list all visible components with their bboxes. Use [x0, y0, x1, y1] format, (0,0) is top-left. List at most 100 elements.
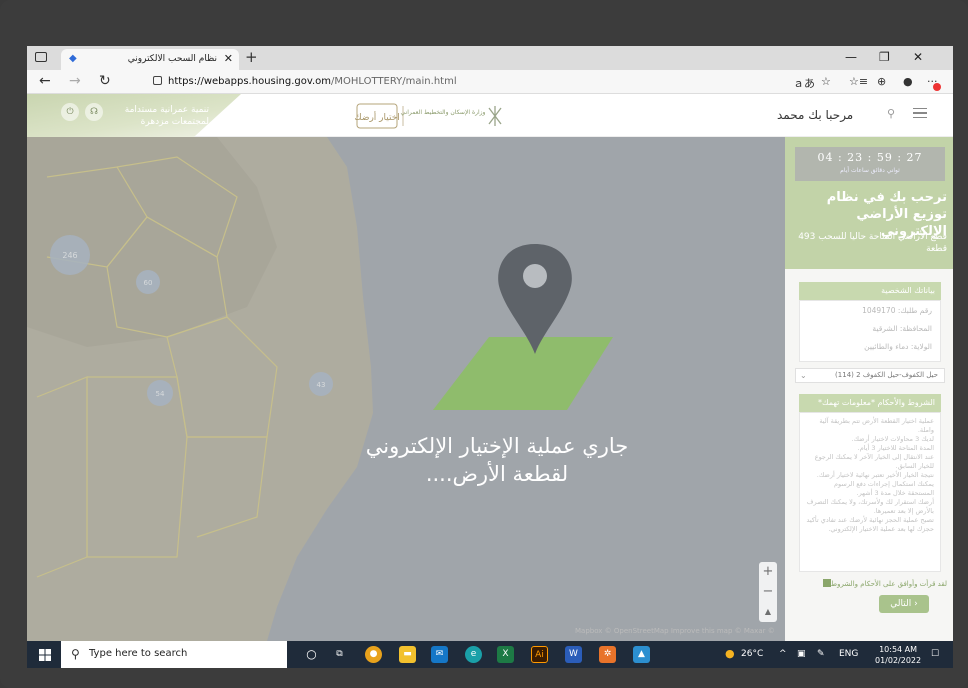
map-area[interactable]: 246 60 54 43 جاري عملية الإختيار الإلكتر… [27, 137, 785, 641]
governorate-text: المحافظة: الشرقية [872, 324, 932, 333]
panel-header: 04 : 23 : 59 : 27 ثواني دقائق ساعات أيام… [785, 137, 953, 269]
slogan-line-1: تنمية عمرانية مستدامة [124, 105, 209, 115]
zoom-in-button[interactable]: + [759, 562, 777, 582]
screen: ◆ نظام السحب الالكتروني ✕ + — ❐ ✕ ← → ↻ … [27, 46, 953, 668]
personal-info-card: رقم طلبك: 1049170 المحافظة: الشرقية الول… [799, 300, 941, 362]
area-select[interactable]: ⌄ حيل الكفوف-حيل الكفوف 2 (114) [795, 368, 945, 383]
tray-app-icon[interactable]: ▣ [797, 649, 806, 659]
slogan: تنمية عمرانية مستدامة لمجتمعات مزدهرة [123, 104, 209, 128]
side-panel: 04 : 23 : 59 : 27 ثواني دقائق ساعات أيام… [785, 137, 953, 641]
favorite-star-icon[interactable]: ☆ [821, 75, 831, 88]
countdown-timer: 04 : 23 : 59 : 27 ثواني دقائق ساعات أيام [795, 147, 945, 181]
tab-title: نظام السحب الالكتروني [127, 54, 217, 64]
device-frame: ◆ نظام السحب الالكتروني ✕ + — ❐ ✕ ← → ↻ … [0, 0, 968, 688]
tab-close-icon[interactable]: ✕ [224, 52, 233, 65]
excel-icon[interactable]: X [497, 646, 514, 663]
chrome-icon[interactable]: ● [365, 646, 382, 663]
notification-badge [933, 83, 941, 91]
map-attribution[interactable]: Mapbox © OpenStreetMap Improve this map … [575, 627, 775, 635]
clock-date: 01/02/2022 [875, 656, 922, 665]
new-tab-button[interactable]: + [245, 48, 258, 66]
forward-button[interactable]: → [69, 73, 81, 89]
term-item: تصبح عملية الحجز نهائية لأرضك عند تفادي … [806, 516, 934, 533]
restore-button[interactable]: ❐ [879, 50, 890, 64]
land-pin-graphic [433, 244, 613, 410]
logo-text: اختيار أرضك [355, 111, 400, 123]
hamburger-menu-icon[interactable] [913, 108, 927, 118]
lock-icon [153, 76, 162, 85]
tab-actions-icon[interactable] [35, 52, 47, 62]
profile-icon[interactable]: ● [903, 75, 913, 88]
taskbar-clock[interactable]: 10:54 AM 01/02/2022 [875, 644, 921, 666]
slogan-line-2: لمجتمعات مزدهرة [140, 117, 209, 127]
collections-icon[interactable]: ⊕ [877, 75, 886, 88]
favorites-list-icon[interactable]: ☆≡ [849, 75, 868, 88]
clock-time: 10:54 AM [879, 645, 918, 654]
page-header: ⏻ ☊ تنمية عمرانية مستدامة لمجتمعات مزدهر… [27, 94, 953, 137]
read-aloud-icon[interactable]: ａあ [793, 75, 815, 91]
term-item: المدة المتاحة للاختيار 3 أيام. [857, 444, 934, 452]
file-explorer-icon[interactable]: ▬ [399, 646, 416, 663]
settings-app-icon[interactable]: ✲ [599, 646, 616, 663]
weather-icon[interactable]: ● [725, 647, 735, 660]
url-field[interactable]: https://webapps.housing.gov.om/MOHLOTTER… [153, 76, 457, 87]
personal-info-header: بياناتك الشخصية [799, 282, 941, 300]
loading-overlay [27, 137, 785, 641]
chevron-down-icon: ⌄ [800, 371, 807, 380]
emblem-icon [488, 106, 502, 126]
next-button[interactable]: التالي › [879, 595, 929, 613]
back-button[interactable]: ← [39, 73, 51, 89]
power-button[interactable]: ⏻ [61, 103, 79, 121]
browser-tab[interactable]: ◆ نظام السحب الالكتروني ✕ [61, 49, 239, 70]
windows-taskbar: ⚲ Type here to search ○ ⧉ ● ▬ ✉ e X Ai W… [27, 641, 953, 668]
countdown-value: 04 : 23 : 59 : 27 [817, 151, 923, 164]
term-item: عملية اختيار القطعة الأرض تتم بطريقة آلي… [819, 417, 934, 434]
agree-checkbox-row[interactable]: لقد قرأت وأوافق على الأحكام والشروط [793, 579, 947, 588]
search-placeholder: Type here to search [89, 648, 188, 659]
pen-icon[interactable]: ✎ [817, 649, 825, 659]
term-item: نتيجة الخيار الأخير تعتبر نهائية لاختيار… [816, 471, 934, 479]
taskbar-search[interactable]: ⚲ Type here to search [61, 641, 287, 668]
ministry-logo: اختيار أرضك وزارة الإسكان والتخطيط العمر… [355, 103, 502, 129]
notification-center-icon[interactable]: ☐ [931, 649, 939, 659]
tray-chevron-up-icon[interactable]: ^ [779, 649, 787, 659]
photos-icon[interactable]: ▲ [633, 646, 650, 663]
agree-label: لقد قرأت وأوافق على الأحكام والشروط [830, 580, 947, 588]
zoom-out-button[interactable]: − [759, 582, 777, 602]
address-bar: ← → ↻ https://webapps.housing.gov.om/MOH… [27, 70, 953, 94]
window-close-button[interactable]: ✕ [913, 50, 923, 64]
refresh-button[interactable]: ↻ [99, 73, 111, 89]
mail-icon[interactable]: ✉ [431, 646, 448, 663]
loading-line-2: لقطعة الأرض.... [425, 462, 569, 486]
ministry-text: وزارة الإسكان والتخطيط العمراني [401, 109, 486, 116]
loading-message: جاري عملية الإختيار الإلكتروني لقطعة الأ… [347, 432, 647, 488]
pin-hole [523, 264, 547, 288]
weather-temp[interactable]: 26°C [741, 649, 763, 659]
search-icon: ⚲ [71, 647, 80, 661]
available-plots-text: قطع الأراضي المتاحة حاليا للسحب 493 قطعة [798, 232, 947, 254]
compass-button[interactable]: ▲ [759, 602, 777, 622]
land-plot-shape [433, 337, 613, 410]
terms-header: الشروط والأحكام *معلومات تهمك* [799, 394, 941, 412]
term-item: أرضك استقرار لك ولأسرتك، ولا يمكنك التصر… [806, 498, 934, 515]
url-path: /MOHLOTTERY/main.html [331, 76, 457, 87]
task-view-icon[interactable]: ⧉ [331, 646, 348, 663]
loading-line-1: جاري عملية الإختيار الإلكتروني [365, 434, 629, 458]
term-item: عند الانتقال إلى الخيار الآخر لا يمكنك ا… [814, 453, 934, 470]
language-indicator[interactable]: ENG [839, 649, 858, 659]
agree-checkbox[interactable] [822, 579, 831, 587]
headset-button[interactable]: ☊ [85, 103, 103, 121]
zoom-control: + − ▲ [759, 562, 777, 622]
edge-icon[interactable]: e [465, 646, 482, 663]
favicon-icon: ◆ [69, 53, 77, 64]
url-host: https://webapps.housing.gov.om [168, 76, 332, 87]
cortana-icon[interactable]: ○ [303, 646, 320, 663]
terms-card: عملية اختيار القطعة الأرض تتم بطريقة آلي… [799, 412, 941, 572]
word-icon[interactable]: W [565, 646, 582, 663]
countdown-units: ثواني دقائق ساعات أيام [840, 167, 900, 174]
minimize-button[interactable]: — [845, 50, 857, 64]
term-item: لديك 3 محاولات لاختيار أرضك. [851, 435, 935, 443]
windows-start-icon[interactable] [39, 649, 51, 661]
illustrator-icon[interactable]: Ai [531, 646, 548, 663]
area-select-value: حيل الكفوف-حيل الكفوف 2 (114) [835, 371, 938, 379]
